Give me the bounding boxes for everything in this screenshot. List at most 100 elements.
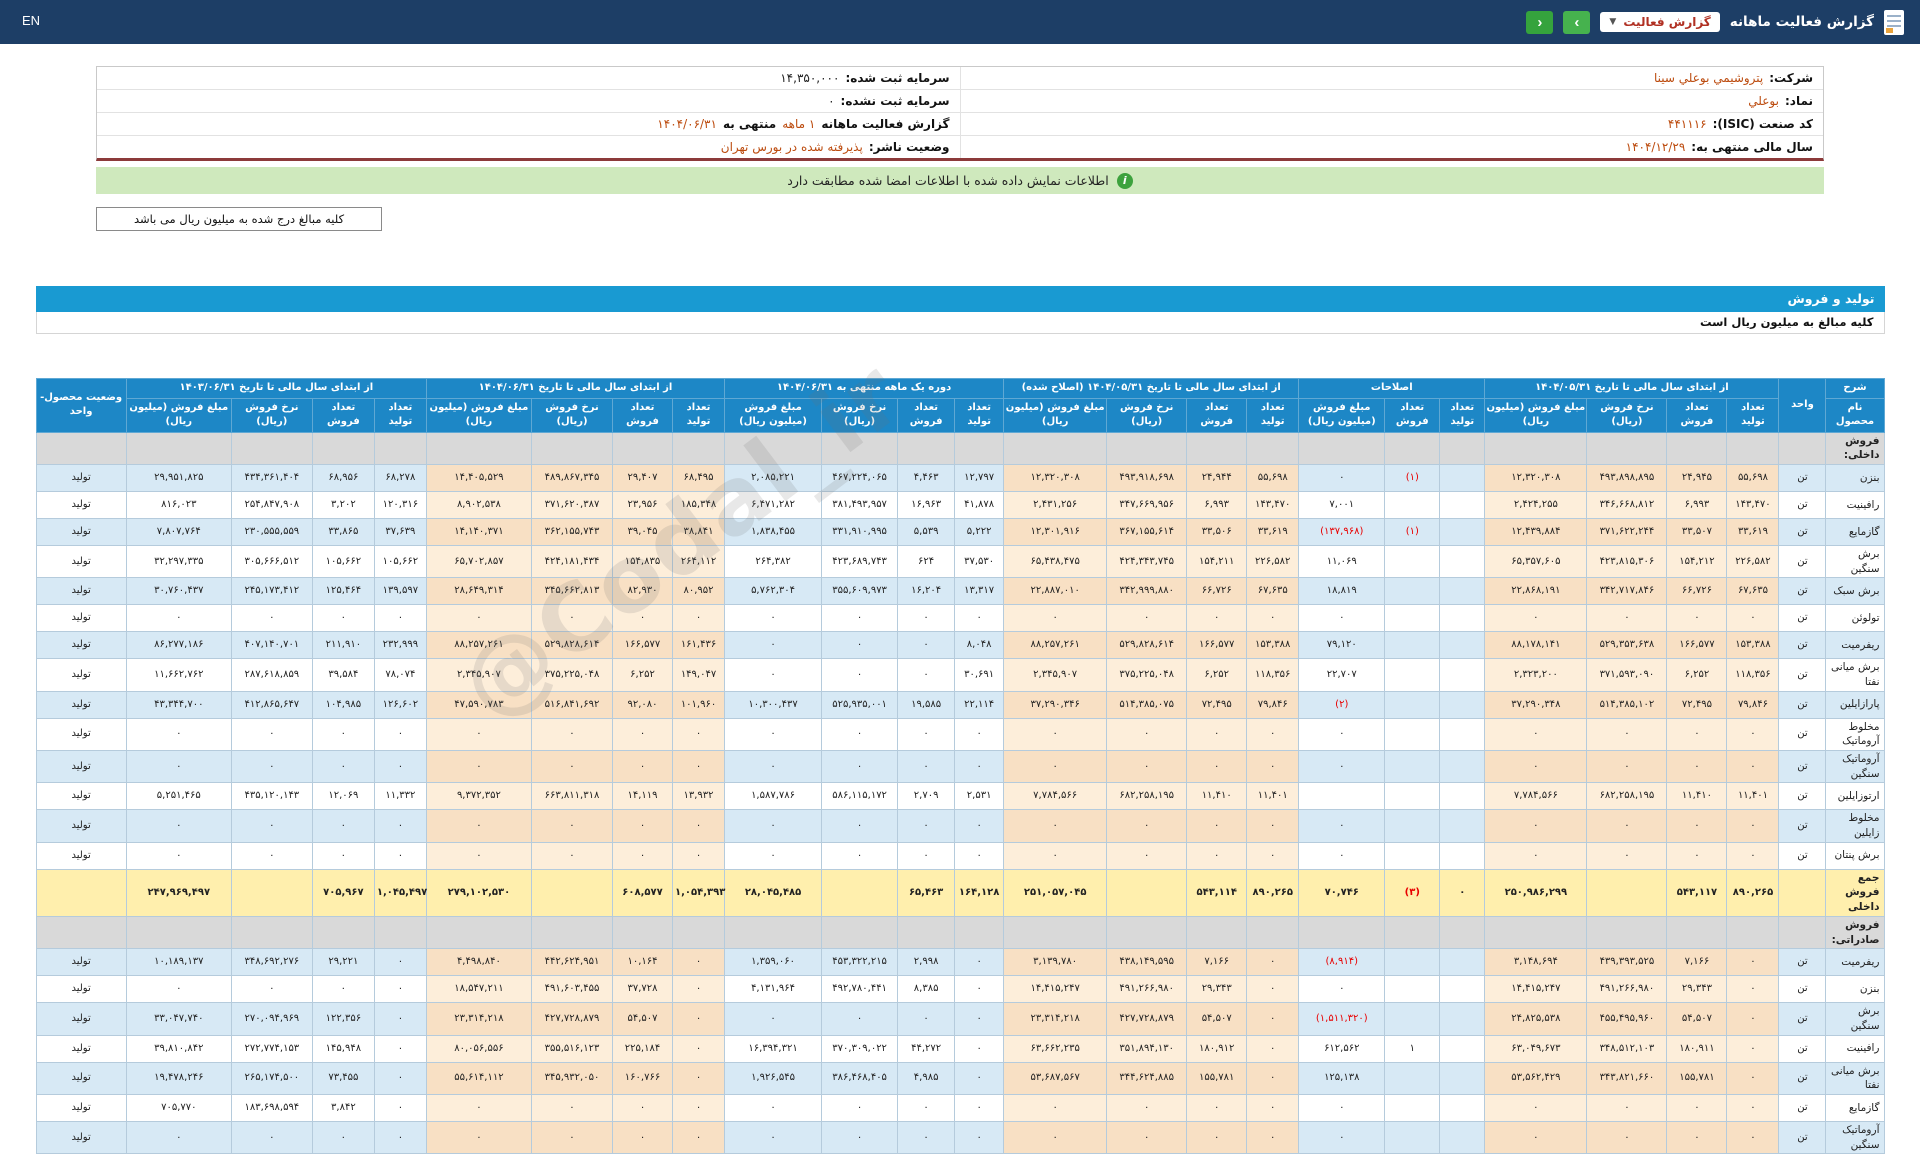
value-cell: ۰ <box>954 1093 1005 1122</box>
value-cell: ۳۷۵,۲۲۵,۰۴۸ <box>1106 658 1188 692</box>
value-cell: ۴۳۸,۱۴۹,۵۹۵ <box>1106 948 1188 977</box>
status-cell: تولید <box>35 948 127 977</box>
next-report-button[interactable]: › <box>1563 10 1591 34</box>
status-cell: تولید <box>35 975 127 1004</box>
value-cell: ۰ <box>425 809 532 843</box>
value-cell: ۰ <box>530 604 614 633</box>
col-group-header: از ابتدای سال مالی تا تاریخ ۱۴۰۳/۰۶/۳۱ <box>125 378 427 399</box>
value-cell: ۶۶,۷۲۶ <box>1186 577 1248 606</box>
value-cell: ۲۳,۳۱۴,۲۱۸ <box>1003 1002 1108 1036</box>
value-cell: ۰ <box>1484 1120 1588 1154</box>
value-cell: ۰ <box>230 975 313 1004</box>
status-cell: تولید <box>35 517 127 546</box>
value-cell: ۰ <box>1484 1093 1588 1122</box>
value-cell: ۱۵۴,۲۱۱ <box>1186 544 1248 579</box>
value-cell: ۴,۹۸۵ <box>897 1061 956 1095</box>
value-cell: ۰ <box>1298 463 1386 492</box>
language-toggle[interactable]: EN <box>22 13 40 28</box>
value-cell: ۲۲,۷۰۷ <box>1298 658 1386 692</box>
value-cell: ۶۶,۷۲۶ <box>1666 577 1728 606</box>
value-cell: ۱۶۱,۴۳۶ <box>672 631 726 660</box>
value-cell: ۰ <box>954 717 1005 752</box>
value-cell: ۰ <box>672 975 726 1004</box>
company-info: شرکت: پتروشيمي بوعلي سينا سرمایه ثبت شده… <box>96 66 1824 161</box>
value-cell: ۲,۴۲۴,۲۵۵ <box>1484 490 1588 519</box>
status-cell: تولید <box>35 631 127 660</box>
value-cell: ۷۰,۷۴۶ <box>1298 868 1386 917</box>
value-cell: ۱۶,۲۰۴ <box>897 577 956 606</box>
table-row: مخلوط آروماتیک تن ۰ ۰ ۰ ۰ ۰ ۰ ۰ ۰ ۰ ۰ ۰ ۰ ۰ ۰ ۰ ۰ ۰ ۰ ۰ ۰ ۰ تول… <box>35 717 1885 752</box>
value-cell <box>1384 658 1441 692</box>
value-cell <box>1384 841 1441 870</box>
report-type-dropdown[interactable]: گزارش فعالیت ▼ <box>1600 12 1720 32</box>
value-cell <box>125 431 232 465</box>
prev-report-button[interactable]: ‹ <box>1526 10 1554 34</box>
section-header: تولید و فروش <box>35 286 1885 312</box>
value-cell: ۰ <box>1298 717 1386 752</box>
unit-cell: تن <box>1778 1034 1827 1063</box>
value-cell: ۰ <box>230 1120 313 1154</box>
value-cell: ۰ <box>1246 841 1300 870</box>
value-cell: ۲۵۰,۹۸۶,۲۹۹ <box>1484 868 1588 917</box>
value-cell: ۰ <box>311 809 375 843</box>
value-cell: ۰ <box>724 1002 823 1036</box>
value-cell: ۰ <box>230 809 313 843</box>
unit-cell: تن <box>1778 809 1827 843</box>
value-cell: ۰ <box>1726 717 1780 752</box>
product-name-cell: برش میانی نفتا <box>1825 1061 1885 1095</box>
col-subheader: تعداد فروش <box>1666 397 1728 433</box>
value-cell: ۲۹,۲۲۱ <box>311 948 375 977</box>
value-cell: ۱۸۳,۶۹۸,۵۹۴ <box>230 1093 313 1122</box>
value-cell: ۱۴۳,۴۷۰ <box>1246 490 1300 519</box>
col-group-header: اصلاحات <box>1298 378 1486 399</box>
value-cell <box>1298 782 1386 811</box>
value-cell: ۰ <box>125 604 232 633</box>
value-cell: ۰ <box>425 749 532 784</box>
value-cell: ۰ <box>1726 1061 1780 1095</box>
value-cell: ۰ <box>1726 1002 1780 1036</box>
table-row: رافینیت تن ۰ ۱۸۰,۹۱۱ ۳۴۸,۵۱۲,۱۰۳ ۶۳,۰۴۹,۶۷۳ ۱ ۶… <box>35 1034 1885 1063</box>
value-cell <box>1666 915 1728 950</box>
info-cell-isic: کد صنعت (ISIC): ۴۴۱۱۱۶ <box>959 113 1824 135</box>
value-cell: ۳۷,۶۳۹ <box>373 517 427 546</box>
value-cell: ۱۳,۳۱۷ <box>954 577 1005 606</box>
col-subheader: نرخ فروش (ریال) <box>1586 397 1668 433</box>
value-cell: ۰ <box>1246 948 1300 977</box>
table-row: گازمایع تن ۰ ۰ ۰ ۰ ۰ ۰ ۰ ۰ ۰ ۰ ۰ ۰ ۰ ۰ ۰ ۰ ۰ ۰ ۳,۸۴۲ ۱۸۳,۶۹۸,… <box>35 1093 1885 1122</box>
value-cell: ۳۷۱,۵۹۳,۰۹۰ <box>1586 658 1668 692</box>
value-cell: ۴۲۷,۷۲۸,۸۷۹ <box>530 1002 614 1036</box>
value-cell: ۴۲۴,۳۴۳,۷۴۵ <box>1106 544 1188 579</box>
value-cell: ۰ <box>672 948 726 977</box>
value-cell <box>672 431 726 465</box>
value-cell: ۲۴,۹۴۴ <box>1186 463 1248 492</box>
value-cell: ۶۶۳,۸۱۱,۳۱۸ <box>530 782 614 811</box>
col-header-unit: واحد <box>1778 378 1827 433</box>
value-cell: ۶۸۲,۲۵۸,۱۹۵ <box>1586 782 1668 811</box>
value-cell: ۰ <box>1484 604 1588 633</box>
status-cell: تولید <box>35 577 127 606</box>
product-name-cell: برش سبک <box>1825 577 1885 606</box>
unregistered-capital-label: سرمایه ثبت نشده: <box>840 94 950 108</box>
value-cell: ۰ <box>821 658 899 692</box>
value-cell: ۰ <box>1003 841 1108 870</box>
value-cell: ۰ <box>530 809 614 843</box>
value-cell: ۵۲۹,۳۵۳,۶۳۸ <box>1586 631 1668 660</box>
value-cell <box>1384 809 1441 843</box>
value-cell: ۰ <box>530 749 614 784</box>
value-cell: ۱۰,۳۰۰,۴۳۷ <box>724 690 823 719</box>
value-cell: ۲۶۵,۱۷۴,۵۰۰ <box>230 1061 313 1095</box>
value-cell: ۰ <box>1726 1034 1780 1063</box>
value-cell: ۰ <box>611 604 674 633</box>
info-row-company: شرکت: پتروشيمي بوعلي سينا سرمایه ثبت شده… <box>97 67 1823 90</box>
value-cell: ۰ <box>373 1002 427 1036</box>
value-cell: ۵۴۳,۱۱۷ <box>1666 868 1728 917</box>
value-cell: ۰ <box>373 717 427 752</box>
value-cell: ۱ <box>1384 1034 1441 1063</box>
symbol-value: بوعلي <box>1748 94 1779 108</box>
table-row: برش سبک تن ۶۷,۶۳۵ ۶۶,۷۲۶ ۳۴۲,۷۱۷,۸۴۶ ۲۲,۸۶۸,۱… <box>35 577 1885 606</box>
value-cell <box>1439 517 1486 546</box>
col-subheader: نرخ فروش (ریال) <box>230 397 313 433</box>
value-cell: ۳۹,۸۱۰,۸۴۲ <box>125 1034 232 1063</box>
value-cell: ۰ <box>373 1061 427 1095</box>
col-subheader: تعداد فروش <box>611 397 674 433</box>
